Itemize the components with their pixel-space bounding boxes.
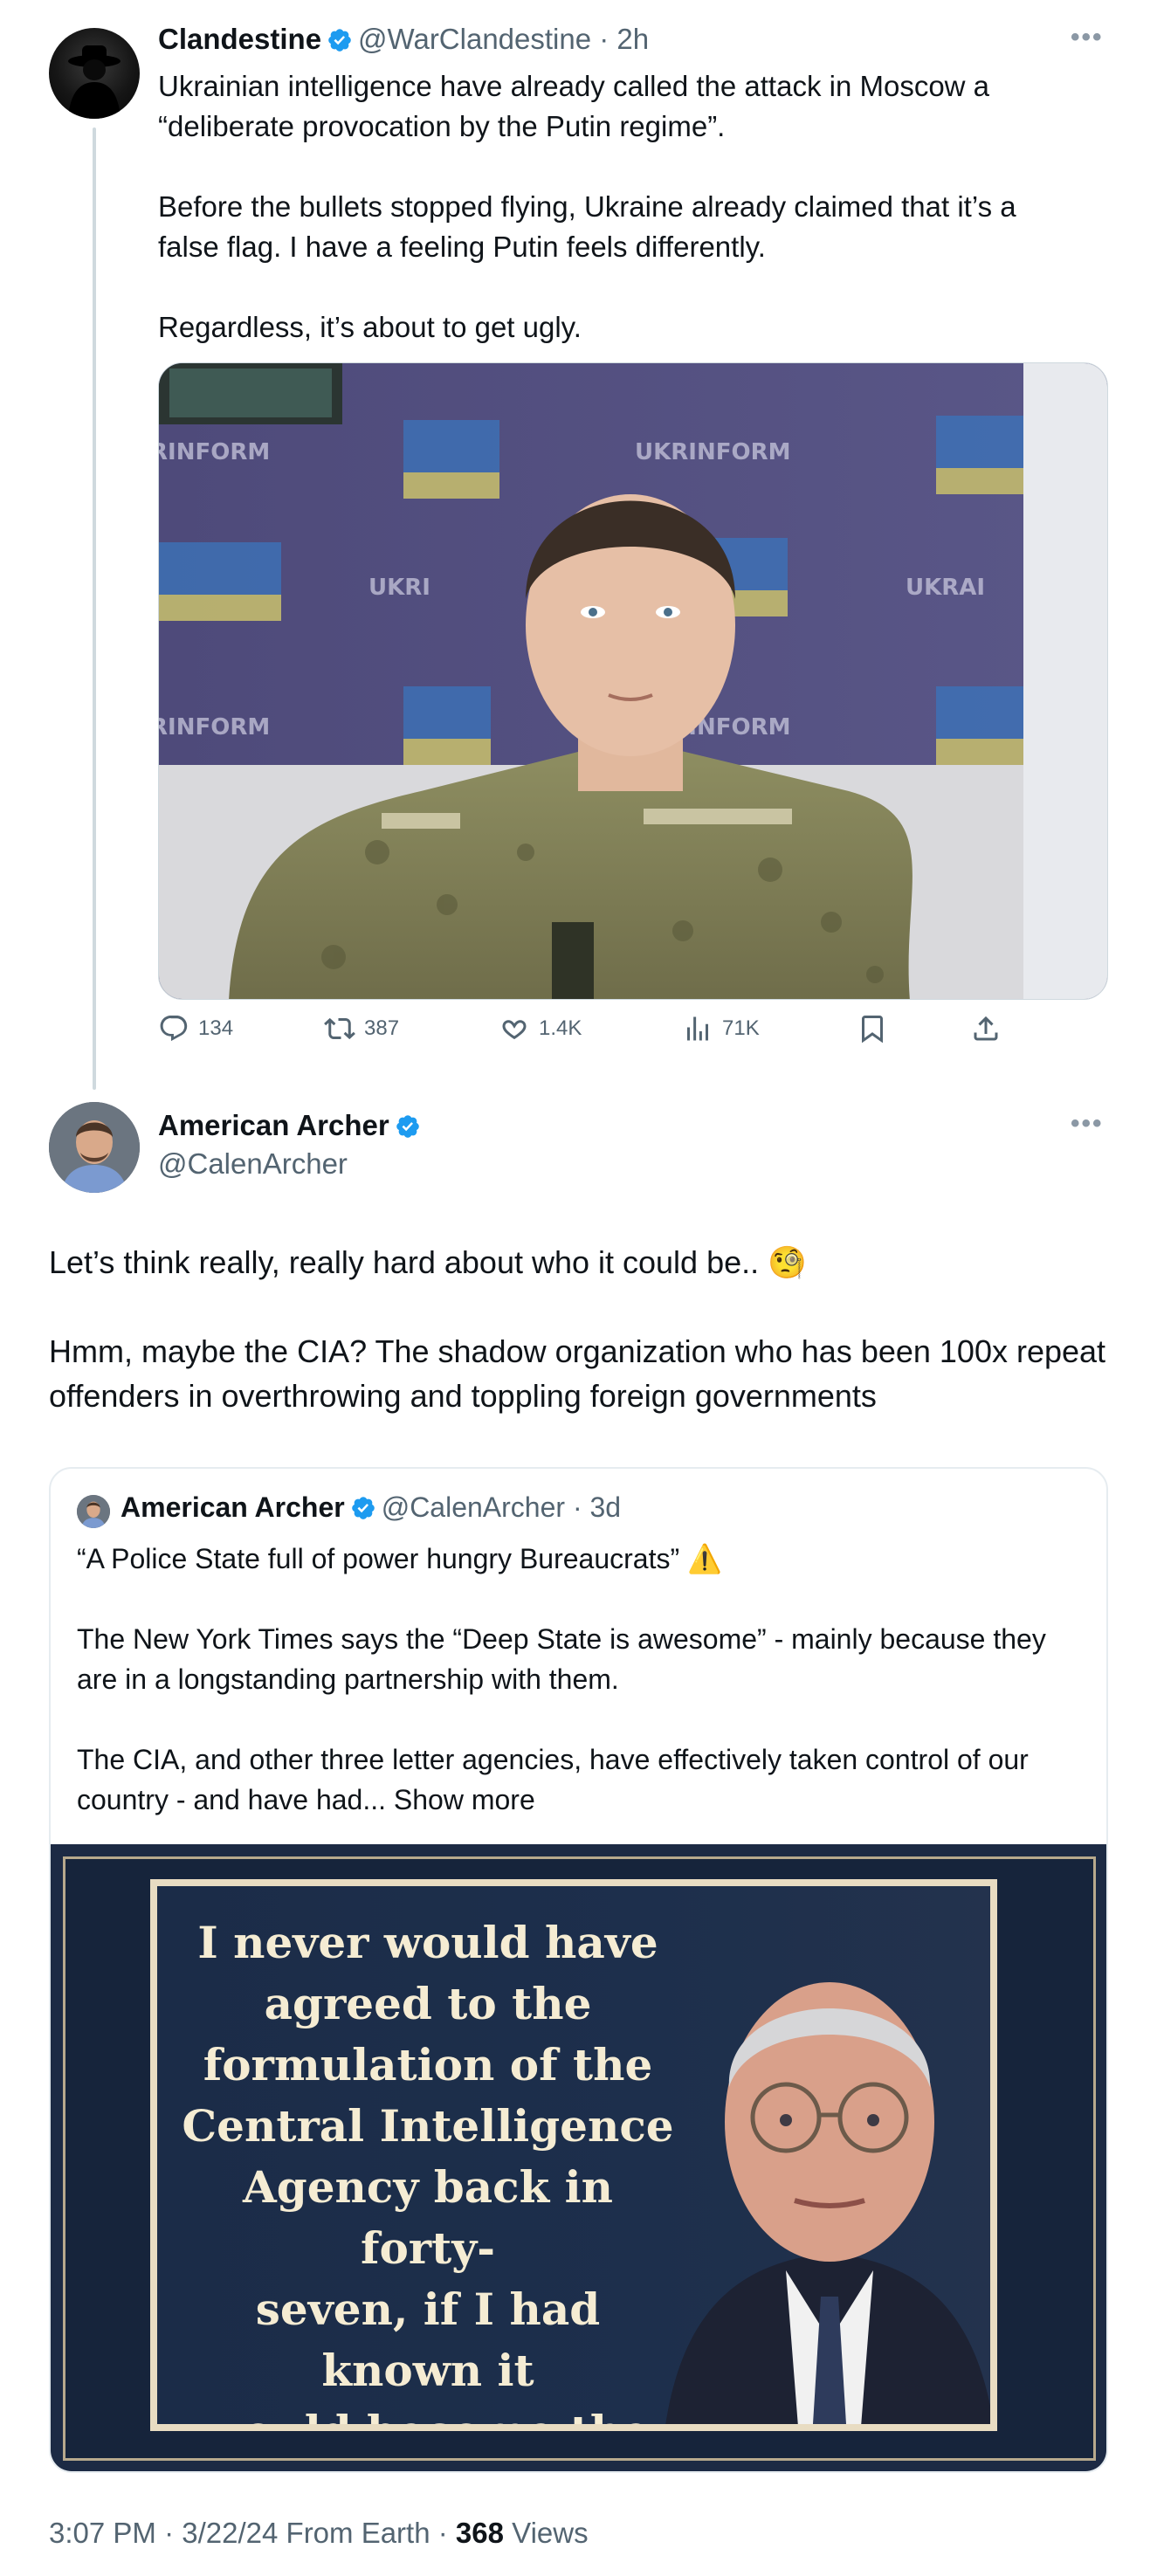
like-count: 1.4K bbox=[539, 1016, 582, 1040]
retweet-button[interactable]: 387 bbox=[324, 1013, 399, 1044]
monocle-emoji-icon: 🧐 bbox=[768, 1244, 807, 1280]
author-handle[interactable]: @WarClandestine bbox=[358, 23, 591, 55]
dot-separator: · bbox=[437, 2517, 448, 2549]
clandestine-avatar[interactable] bbox=[49, 28, 140, 119]
more-options-icon[interactable]: ••• bbox=[1071, 1109, 1104, 1139]
quoted-tweet-text: “A Police State full of power hungry Bur… bbox=[77, 1539, 1081, 1820]
tweet-text: Ukrainian intelligence have already call… bbox=[158, 70, 1016, 343]
quoted-tweet-card[interactable]: American Archer @CalenArcher · 3d “A Poli… bbox=[49, 1467, 1108, 2473]
heart-icon bbox=[502, 1020, 527, 1040]
svg-text:UKRI: UKRI bbox=[368, 575, 430, 601]
tweet-footer-meta: 3:07 PM · 3/22/24 From Earth · 368 Views bbox=[49, 2517, 589, 2550]
quoted-tweet-image[interactable]: I never would have agreed to the formula… bbox=[51, 1844, 1106, 2471]
tweet-header: Clandestine @WarClandestine · 2h bbox=[158, 23, 649, 56]
bg-text-2: UKRINFORM bbox=[635, 439, 790, 465]
reply-button[interactable]: 134 bbox=[158, 1013, 233, 1044]
share-button[interactable] bbox=[970, 1013, 1010, 1044]
retweet-icon bbox=[324, 1017, 355, 1040]
bg-text-1: RINFORM bbox=[159, 439, 270, 465]
views-button[interactable]: 71K bbox=[682, 1013, 760, 1044]
verified-badge-icon bbox=[328, 29, 351, 52]
post-date[interactable]: 3/22/24 bbox=[182, 2517, 278, 2549]
press-conference-photo: RINFORM UKRINFORM RINFORM UKRINFORM UKRI… bbox=[159, 363, 1107, 999]
more-options-icon[interactable]: ••• bbox=[1071, 23, 1104, 52]
reply-author-row: American Archer bbox=[158, 1109, 426, 1142]
views-count: 71K bbox=[722, 1016, 760, 1040]
portrait-elderly-man bbox=[665, 1982, 990, 2424]
quoted-author-name: American Archer bbox=[121, 1491, 345, 1523]
reply-author-handle[interactable]: @CalenArcher bbox=[158, 1147, 348, 1181]
image-quote-text: I never would have agreed to the formula… bbox=[182, 1917, 674, 2424]
profile-photo-small bbox=[77, 1495, 110, 1528]
post-time[interactable]: 3:07 PM bbox=[49, 2517, 156, 2549]
profile-photo bbox=[49, 1102, 140, 1193]
views-chart-icon bbox=[687, 1016, 708, 1041]
post-source: From Earth bbox=[286, 2517, 430, 2549]
quoted-author-avatar bbox=[77, 1495, 110, 1528]
reply-icon bbox=[160, 1016, 188, 1042]
reply-count: 134 bbox=[198, 1016, 234, 1040]
dot-separator: · bbox=[591, 23, 617, 55]
svg-text:UKRAI: UKRAI bbox=[906, 575, 985, 601]
american-archer-avatar[interactable] bbox=[49, 1102, 140, 1193]
tweet-action-bar: 134 387 1.4K 71K bbox=[158, 1013, 1031, 1051]
show-more-link[interactable]: Show more bbox=[394, 1784, 535, 1815]
tweet-time[interactable]: 2h bbox=[616, 23, 649, 55]
views-number: 368 bbox=[455, 2517, 504, 2549]
image-inner-frame: I never would have agreed to the formula… bbox=[150, 1879, 997, 2431]
reply-text-line1: Let’s think really, really hard about wh… bbox=[49, 1244, 760, 1280]
reply-author-name[interactable]: American Archer bbox=[158, 1109, 389, 1141]
quoted-author-handle: @CalenArcher bbox=[381, 1491, 566, 1523]
author-name[interactable]: Clandestine bbox=[158, 23, 321, 55]
dot-separator: · bbox=[164, 2517, 175, 2549]
quoted-text-body: The New York Times says the “Deep State … bbox=[77, 1623, 1046, 1815]
silhouette-figure bbox=[68, 45, 121, 119]
verified-badge-icon bbox=[351, 1497, 375, 1519]
like-button[interactable]: 1.4K bbox=[499, 1013, 582, 1044]
thread-connector-line bbox=[93, 127, 96, 1090]
bg-text-3: RINFORM bbox=[159, 714, 270, 740]
reply-text: Let’s think really, really hard about wh… bbox=[49, 1240, 1114, 1418]
warning-emoji-icon: ⚠️ bbox=[687, 1543, 722, 1574]
reply-text-line2: Hmm, maybe the CIA? The shadow organizat… bbox=[49, 1333, 1115, 1414]
dot-separator: · bbox=[565, 1491, 590, 1523]
verified-badge-icon bbox=[396, 1115, 419, 1138]
bookmark-icon bbox=[862, 1016, 883, 1043]
tweet-media-photo[interactable]: RINFORM UKRINFORM RINFORM UKRINFORM UKRI… bbox=[158, 362, 1108, 1000]
views-label: Views bbox=[512, 2517, 589, 2549]
share-upload-icon bbox=[974, 1016, 998, 1041]
retweet-count: 387 bbox=[364, 1016, 400, 1040]
bookmark-button[interactable] bbox=[857, 1013, 897, 1044]
quoted-tweet-time: 3d bbox=[589, 1491, 622, 1523]
quoted-tweet-header: American Archer @CalenArcher · 3d bbox=[121, 1491, 621, 1524]
quoted-text-line1: “A Police State full of power hungry Bur… bbox=[77, 1543, 680, 1574]
